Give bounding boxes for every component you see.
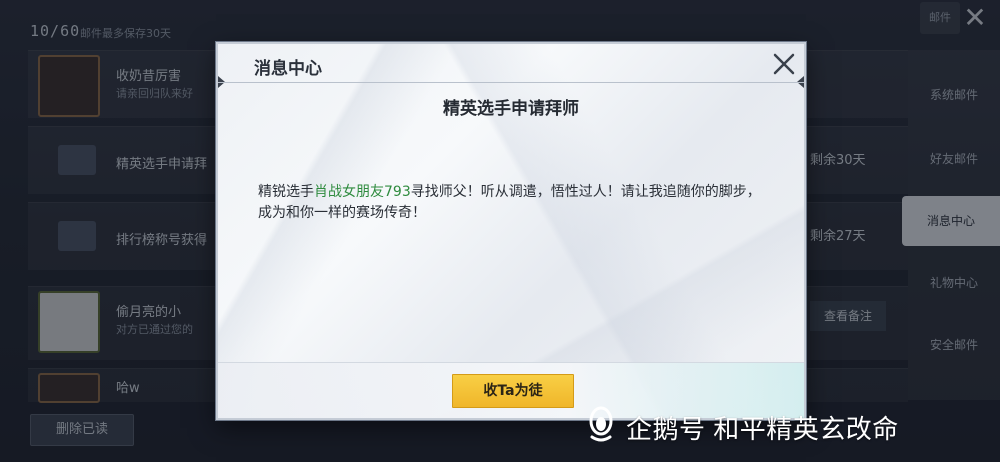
accept-apprentice-button[interactable]: 收Ta为徒 (452, 374, 574, 408)
divider (218, 82, 804, 83)
dialog-title: 消息中心 (254, 59, 322, 79)
player-name-link[interactable]: 肖战女朋友793 (314, 184, 411, 200)
penguin-logo-icon (586, 405, 616, 443)
body-prefix: 精锐选手 (258, 184, 314, 200)
close-icon[interactable] (770, 50, 798, 78)
message-body: 精锐选手肖战女朋友793寻找师父！听从调遣，悟性过人！请让我追随你的脚步，成为和… (258, 182, 768, 224)
message-subject: 精英选手申请拜师 (443, 99, 579, 119)
watermark-text: 企鹅号 和平精英玄改命 (626, 414, 899, 444)
message-dialog: 消息中心 精英选手申请拜师 精锐选手肖战女朋友793寻找师父！听从调遣，悟性过人… (216, 42, 806, 420)
